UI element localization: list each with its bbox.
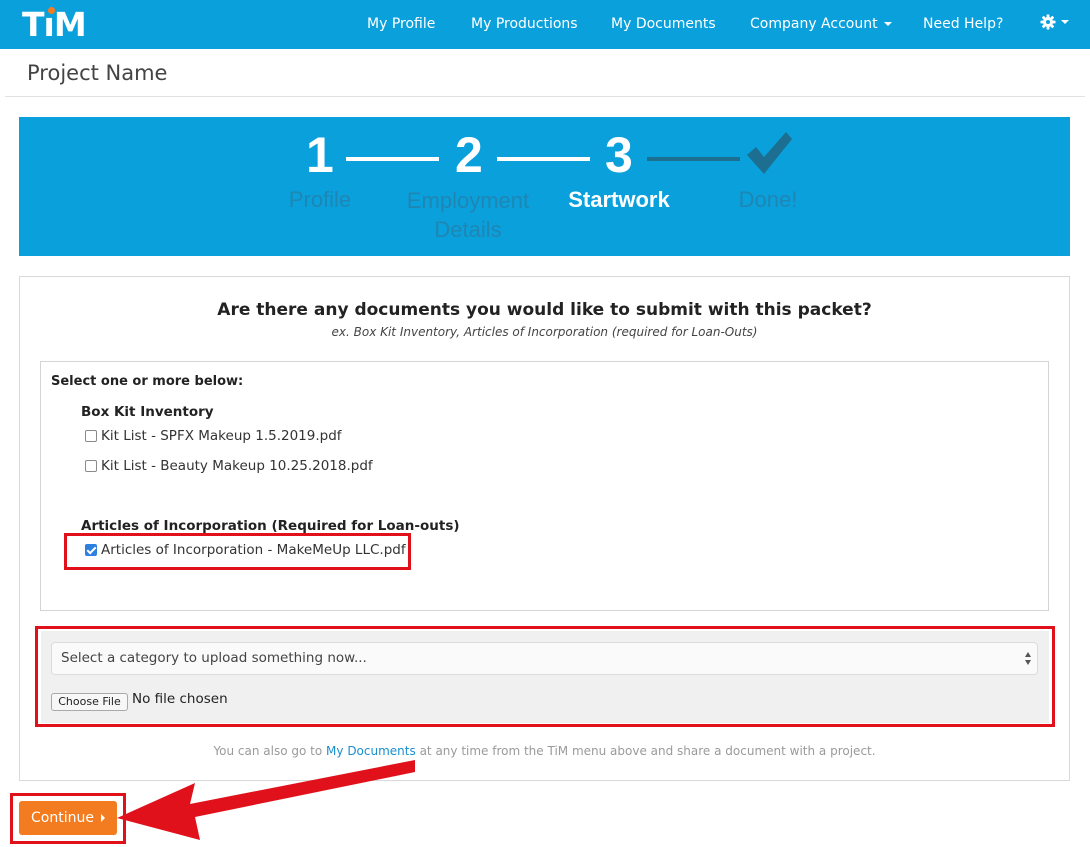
nav-my-documents[interactable]: My Documents [611, 16, 716, 32]
step-2-number: 2 [455, 127, 483, 183]
chevron-down-icon [1061, 20, 1069, 24]
step-1-number: 1 [306, 127, 334, 183]
step-2-label-line2: Details [434, 217, 502, 242]
nav-company-account[interactable]: Company Account [750, 16, 892, 32]
document-selection-box [40, 361, 1049, 611]
page-title: Project Name [27, 61, 168, 85]
group-heading-articles: Articles of Incorporation (Required for … [81, 518, 460, 534]
documents-hint: ex. Box Kit Inventory, Articles of Incor… [331, 325, 758, 339]
footer-note-text: You can also go to [213, 744, 327, 758]
checkbox[interactable] [85, 460, 97, 472]
step-3-label: Startwork [568, 187, 670, 212]
document-option[interactable]: Kit List - SPFX Makeup 1.5.2019.pdf [85, 427, 342, 445]
step-2-label: Employment [406, 188, 530, 213]
nav-my-productions[interactable]: My Productions [471, 16, 578, 32]
select-heading: Select one or more below: [51, 374, 244, 389]
step-connector [647, 157, 740, 161]
step-1-label: Profile [288, 187, 352, 212]
step-connector [346, 157, 439, 161]
document-label: Kit List - Beauty Makeup 10.25.2018.pdf [101, 458, 373, 474]
annotation-arrow [117, 760, 415, 840]
tim-logo[interactable]: TıM [22, 6, 87, 44]
highlight-box [64, 533, 411, 570]
gear-icon [1040, 14, 1056, 30]
settings-dropdown[interactable] [1040, 14, 1069, 30]
checkmark-icon [747, 132, 792, 174]
highlight-box [10, 793, 126, 844]
nav-need-help[interactable]: Need Help? [923, 16, 1003, 32]
nav-my-profile[interactable]: My Profile [367, 16, 435, 32]
chevron-down-icon [883, 22, 892, 26]
document-option[interactable]: Kit List - Beauty Makeup 10.25.2018.pdf [85, 457, 373, 475]
nav-company-account-label: Company Account [750, 16, 878, 32]
checkbox[interactable] [85, 430, 97, 442]
footer-note-text: at any time from the TiM menu above and … [415, 744, 876, 758]
step-connector [497, 157, 590, 161]
progress-banner [19, 117, 1070, 256]
highlight-box [35, 626, 1055, 727]
step-3-number: 3 [605, 127, 633, 183]
documents-question: Are there any documents you would like t… [217, 300, 872, 320]
footer-note: You can also go to My Documents at any t… [19, 744, 1070, 758]
step-4-label: Done! [738, 187, 798, 212]
divider [5, 96, 1085, 97]
top-navbar: TıM My Profile My Productions My Documen… [0, 0, 1090, 49]
my-documents-link[interactable]: My Documents [326, 744, 416, 758]
document-label: Kit List - SPFX Makeup 1.5.2019.pdf [101, 428, 342, 444]
group-heading-box-kit: Box Kit Inventory [81, 404, 214, 420]
